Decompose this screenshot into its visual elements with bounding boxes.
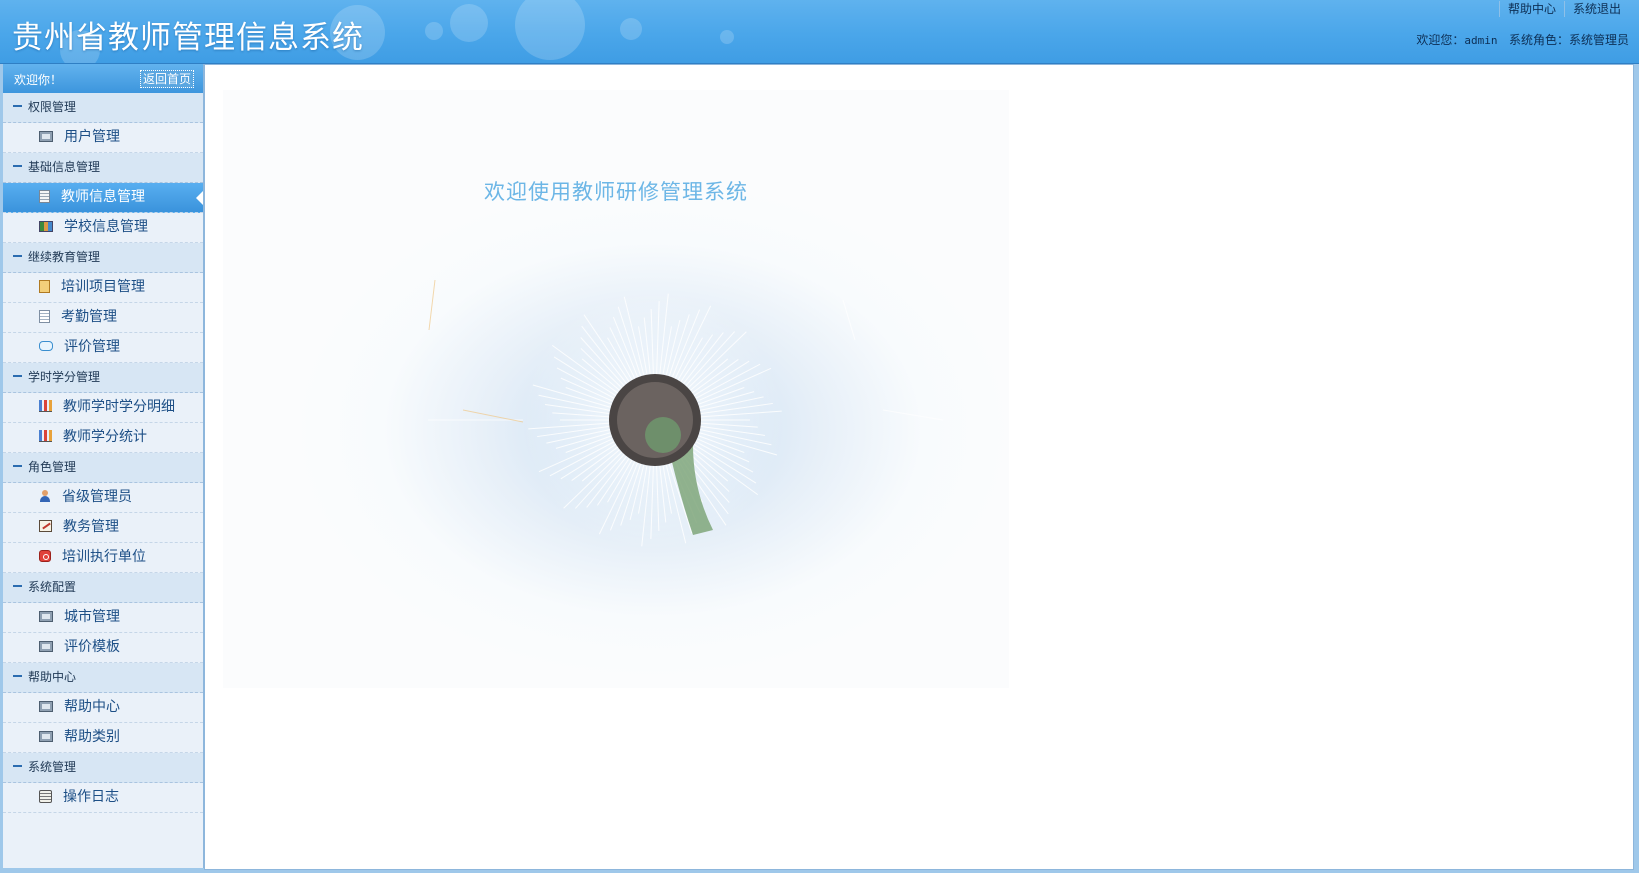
sidebar-item-school-info[interactable]: 学校信息管理 — [3, 213, 203, 243]
sidebar-item-label: 教师信息管理 — [61, 189, 145, 205]
group-label: 权限管理 — [28, 100, 77, 114]
role-prefix: 系统角色： — [1508, 33, 1569, 47]
welcome-label: 欢迎你！ — [14, 73, 63, 87]
document-icon — [39, 189, 50, 203]
user-icon — [39, 490, 51, 502]
sidebar-item-label: 教师学分统计 — [63, 429, 147, 445]
user-prefix: 欢迎您： — [1416, 33, 1465, 47]
sidebar-item-label: 省级管理员 — [62, 489, 132, 505]
sidebar-item-user-management[interactable]: 用户管理 — [3, 123, 203, 153]
sidebar-item-label: 帮助中心 — [64, 699, 120, 715]
group-credit-hours[interactable]: 学时学分管理 — [3, 363, 203, 393]
group-system-config[interactable]: 系统配置 — [3, 573, 203, 603]
main-content: 欢迎使用教师研修管理系统 — [204, 64, 1634, 870]
sidebar-item-label: 城市管理 — [64, 609, 120, 625]
collapse-icon — [13, 674, 22, 677]
group-label: 系统管理 — [28, 760, 77, 774]
sidebar-item-label: 教师学时学分明细 — [63, 399, 175, 415]
app-title: 贵州省教师管理信息系统 — [12, 20, 364, 56]
group-label: 继续教育管理 — [28, 250, 101, 264]
collapse-icon — [13, 464, 22, 467]
sidebar-item-label: 用户管理 — [64, 129, 120, 145]
group-help[interactable]: 帮助中心 — [3, 663, 203, 693]
image-icon — [39, 700, 53, 712]
group-roles[interactable]: 角色管理 — [3, 453, 203, 483]
sidebar: 欢迎你！ 返回首页 权限管理 用户管理 基础信息管理 教师信息管理 学校信息管理… — [3, 64, 204, 868]
sidebar-item-label: 教务管理 — [63, 519, 119, 535]
sidebar-item-label: 考勤管理 — [61, 309, 117, 325]
image-icon — [39, 610, 53, 622]
sidebar-item-label: 操作日志 — [63, 789, 119, 805]
sidebar-item-city-management[interactable]: 城市管理 — [3, 603, 203, 633]
sidebar-item-help-center[interactable]: 帮助中心 — [3, 693, 203, 723]
sidebar-item-evaluation-template[interactable]: 评价模板 — [3, 633, 203, 663]
sidebar-item-academic-affairs[interactable]: 教务管理 — [3, 513, 203, 543]
image-icon — [39, 640, 53, 652]
group-permission[interactable]: 权限管理 — [3, 93, 203, 123]
user-info: 欢迎您：admin 系统角色：系统管理员 — [1416, 31, 1629, 48]
sidebar-item-label: 评价管理 — [64, 339, 120, 355]
sidebar-item-label: 帮助类别 — [64, 729, 120, 745]
collapse-icon — [13, 764, 22, 767]
sidebar-item-teacher-info[interactable]: 教师信息管理 — [3, 183, 203, 213]
group-continuing-education[interactable]: 继续教育管理 — [3, 243, 203, 273]
sidebar-item-training-projects[interactable]: 培训项目管理 — [3, 273, 203, 303]
sidebar-item-help-category[interactable]: 帮助类别 — [3, 723, 203, 753]
top-links: 帮助中心 系统退出 — [1498, 1, 1629, 17]
grid-icon — [39, 220, 53, 232]
role-name: 系统管理员 — [1568, 33, 1629, 47]
sidebar-item-credit-details[interactable]: 教师学时学分明细 — [3, 393, 203, 423]
logout-link[interactable]: 系统退出 — [1563, 1, 1629, 17]
sidebar-item-provincial-admin[interactable]: 省级管理员 — [3, 483, 203, 513]
collapse-icon — [13, 254, 22, 257]
sidebar-item-operation-log[interactable]: 操作日志 — [3, 783, 203, 813]
sidebar-item-label: 学校信息管理 — [64, 219, 148, 235]
group-label: 角色管理 — [28, 460, 77, 474]
help-center-link[interactable]: 帮助中心 — [1498, 1, 1564, 17]
chat-icon — [39, 341, 53, 351]
bar-chart-icon — [39, 430, 52, 442]
group-label: 基础信息管理 — [28, 160, 101, 174]
group-label: 帮助中心 — [28, 670, 77, 684]
sidebar-item-attendance[interactable]: 考勤管理 — [3, 303, 203, 333]
sidebar-item-label: 培训项目管理 — [61, 279, 145, 295]
log-icon — [39, 789, 52, 803]
collapse-icon — [13, 584, 22, 587]
username: admin — [1464, 34, 1498, 47]
bar-chart-icon — [39, 400, 52, 412]
welcome-banner: 欢迎使用教师研修管理系统 — [223, 90, 1009, 688]
group-label: 系统配置 — [28, 580, 77, 594]
collapse-icon — [13, 164, 22, 167]
sidebar-item-label: 培训执行单位 — [62, 549, 146, 565]
dandelion-image — [428, 279, 944, 550]
collapse-icon — [13, 374, 22, 377]
checklist-icon — [39, 309, 50, 323]
sidebar-header: 欢迎你！ 返回首页 — [3, 64, 203, 93]
image-icon — [39, 730, 53, 742]
notebook-icon — [39, 279, 50, 293]
sidebar-item-credit-statistics[interactable]: 教师学分统计 — [3, 423, 203, 453]
collapse-icon — [13, 104, 22, 107]
unit-icon — [39, 550, 51, 562]
edit-icon — [39, 520, 52, 532]
image-icon — [39, 130, 53, 142]
sidebar-item-training-unit[interactable]: 培训执行单位 — [3, 543, 203, 573]
group-label: 学时学分管理 — [28, 370, 101, 384]
app-header: 贵州省教师管理信息系统 帮助中心 系统退出 欢迎您：admin 系统角色：系统管… — [0, 0, 1639, 64]
return-home-button[interactable]: 返回首页 — [139, 70, 194, 88]
sidebar-item-label: 评价模板 — [64, 639, 120, 655]
group-system-management[interactable]: 系统管理 — [3, 753, 203, 783]
sidebar-item-evaluation[interactable]: 评价管理 — [3, 333, 203, 363]
group-basic-info[interactable]: 基础信息管理 — [3, 153, 203, 183]
